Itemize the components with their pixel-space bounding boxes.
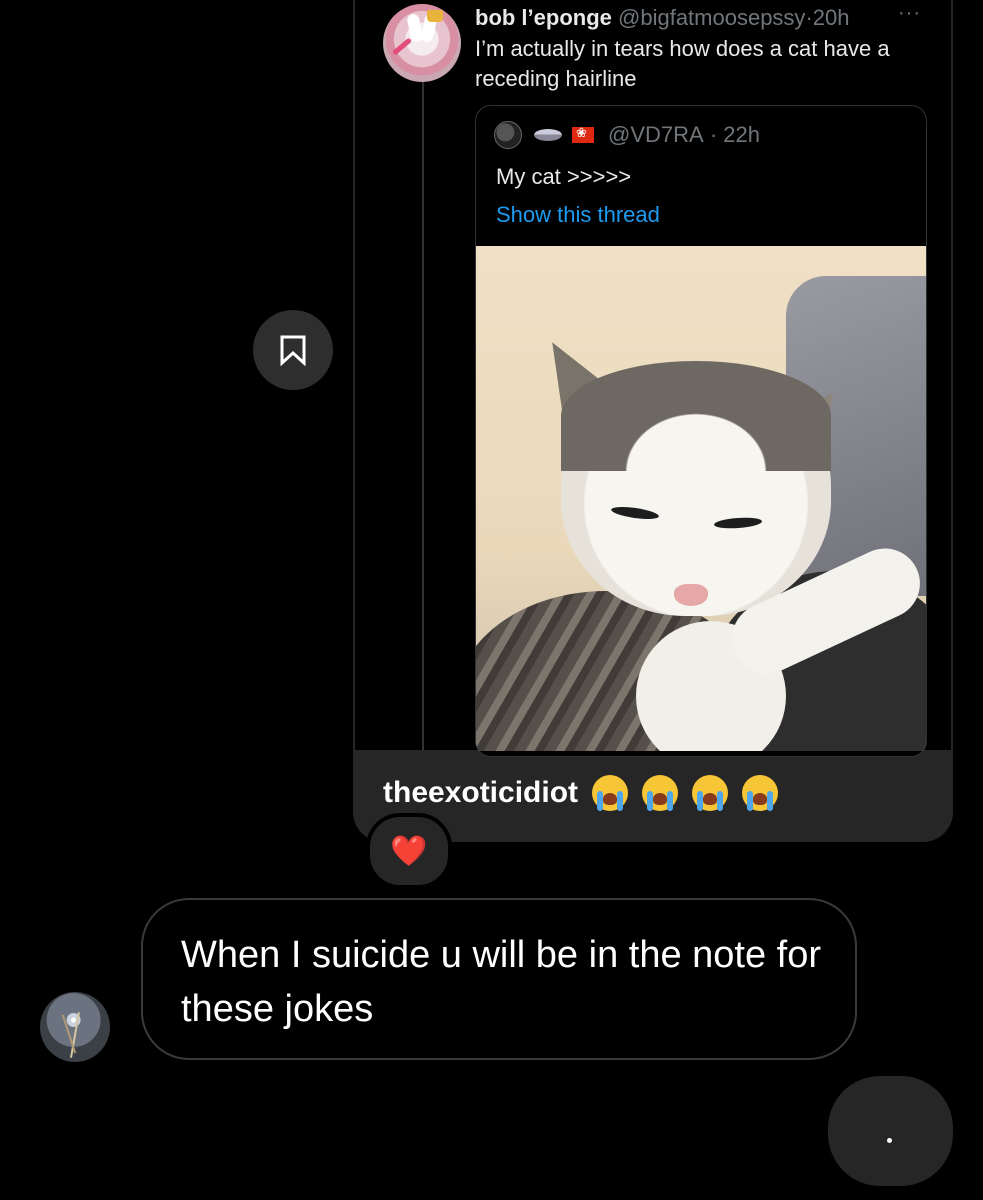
sender-avatar[interactable] — [40, 992, 110, 1062]
message-text: When I suicide u will be in the note for… — [181, 934, 822, 1030]
loudly-crying-face-emoji — [742, 775, 779, 811]
bookmark-icon — [280, 335, 306, 366]
quoted-text: My cat >>>>> — [496, 164, 632, 189]
show-thread-link[interactable]: Show this thread — [496, 202, 660, 228]
more-options-icon[interactable]: ··· — [898, 2, 921, 25]
tweet-time: 20h — [812, 5, 850, 30]
sharer-username[interactable]: theexoticidiot — [383, 776, 578, 810]
tweet-preview[interactable]: bob l’eponge @bigfatmoosepssy·20h ··· I’… — [355, 0, 951, 757]
tweet-display-name[interactable]: bob l’eponge — [475, 5, 612, 30]
loudly-crying-face-emoji — [642, 775, 679, 811]
save-button[interactable] — [253, 310, 333, 390]
heart-reaction[interactable]: ❤️ — [366, 813, 452, 889]
quoted-tweet[interactable]: @VD7RA · 22h My cat >>>>> Show this thre… — [475, 105, 927, 757]
loudly-crying-face-emoji — [592, 775, 629, 811]
ufo-emoji — [534, 129, 562, 141]
tweet-text: I’m actually in tears how does a cat hav… — [475, 36, 890, 91]
quoted-tweet-header: @VD7RA · 22h — [494, 120, 760, 150]
quoted-time: 22h — [723, 122, 760, 147]
cat-photo[interactable] — [476, 246, 926, 751]
quoted-separator: · — [709, 122, 718, 147]
quoted-handle[interactable]: @VD7RA — [608, 122, 704, 148]
share-caption: theexoticidiot — [383, 775, 792, 811]
quoted-author-avatar[interactable] — [494, 121, 522, 149]
loudly-crying-face-emoji — [692, 775, 729, 811]
red-heart-emoji: ❤️ — [390, 834, 428, 868]
hong-kong-flag-emoji — [572, 125, 594, 143]
thread-line — [422, 80, 424, 750]
tweet-handle[interactable]: @bigfatmoosepssy — [618, 5, 805, 30]
message-bubble[interactable]: When I suicide u will be in the note for… — [141, 898, 857, 1060]
tweet-author-avatar[interactable] — [383, 4, 461, 82]
shared-tweet-card[interactable]: bob l’eponge @bigfatmoosepssy·20h ··· I’… — [353, 0, 953, 842]
tweet-separator: · — [805, 5, 813, 30]
dm-conversation: bob l’eponge @bigfatmoosepssy·20h ··· I’… — [0, 0, 983, 1200]
typing-indicator — [828, 1076, 953, 1186]
tweet-header: bob l’eponge @bigfatmoosepssy·20h — [475, 4, 945, 32]
typing-dot — [887, 1138, 892, 1143]
